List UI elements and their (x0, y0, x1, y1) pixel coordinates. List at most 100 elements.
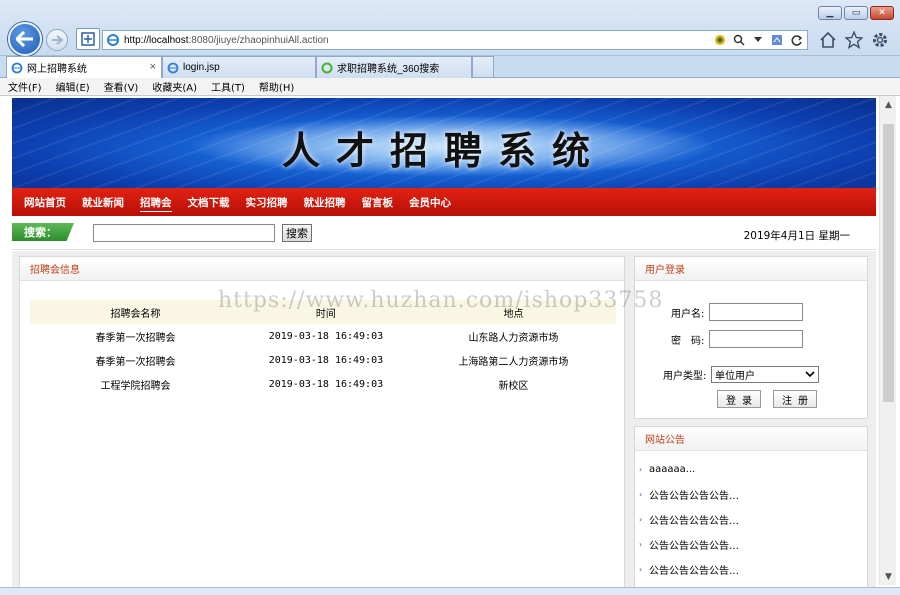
notice-text[interactable]: 公告公告公告公告… (649, 562, 739, 577)
table-row[interactable]: 工程学院招聘会 2019-03-18 16:49:03 新校区 (30, 372, 616, 396)
address-bar[interactable]: http://localhost:8080/jiuye/zhaopinhuiAl… (102, 30, 808, 50)
compat-view-button[interactable] (76, 28, 100, 50)
nav-internship[interactable]: 实习招聘 (238, 188, 296, 216)
job-fair-place: 新校区 (498, 380, 529, 392)
arrow-right-icon (52, 35, 63, 45)
job-fair-time: 2019-03-18 16:49:03 (268, 330, 384, 342)
nav-job-fair[interactable]: 招聘会 (132, 188, 180, 216)
notice-list: › aaaaaa... › 公告公告公告公告… › 公告公告公告公告… › 公告公告公告… (639, 457, 739, 582)
ie-icon (11, 62, 23, 73)
nav-guestbook[interactable]: 留言板 (354, 188, 402, 216)
usertype-value: 单位用户 (715, 371, 755, 382)
login-panel: 用户登录 用户名: 密 码: 用户类型: 单位用户 登录 注册 (634, 256, 868, 419)
job-fair-name[interactable]: 春季第一次招聘会 (30, 324, 241, 348)
tab-360-search[interactable]: 求职招聘系统_360搜索 (316, 56, 472, 78)
job-fair-table: 招聘会名称 时间 地点 春季第一次招聘会 2019-03-18 16:49:03… (30, 300, 616, 396)
login-button[interactable]: 登录 (717, 390, 761, 408)
job-fair-name[interactable]: 春季第一次招聘会 (30, 348, 241, 372)
url-host: http://localhost (124, 34, 189, 46)
notice-text[interactable]: aaaaaa... (649, 464, 695, 475)
job-fair-panel-title: 招聘会信息 (20, 257, 624, 281)
usertype-select[interactable]: 单位用户 (711, 366, 819, 383)
table-row[interactable]: 春季第一次招聘会 2019-03-18 16:49:03 上海路第二人力资源市场 (30, 348, 616, 372)
list-item[interactable]: › 公告公告公告公告… (639, 482, 739, 507)
list-item[interactable]: › 公告公告公告公告… (639, 532, 739, 557)
login-buttons-row: 登录 注册 (717, 390, 817, 408)
scroll-up-icon[interactable]: ▲ (880, 96, 897, 113)
list-item[interactable]: › 公告公告公告公告… (639, 557, 739, 582)
username-input[interactable] (709, 303, 803, 321)
tab-recruit-system[interactable]: 网上招聘系统 × (6, 56, 162, 78)
chevron-down-icon (805, 371, 815, 378)
menu-file[interactable]: 文件(F) (8, 79, 42, 94)
main-content: 招聘会信息 招聘会名称 时间 地点 春季第一次招聘会 2019-03-18 16… (12, 251, 876, 595)
notice-panel: 网站公告 › aaaaaa... › 公告公告公告公告… › 公告公告公告公告… › 公… (634, 426, 868, 595)
job-fair-time: 2019-03-18 16:49:03 (268, 378, 384, 390)
search-icon[interactable] (732, 33, 746, 47)
refresh-icon[interactable] (789, 33, 803, 47)
job-fair-place: 上海路第二人力资源市场 (458, 356, 569, 368)
scrollbar-thumb[interactable] (883, 124, 894, 402)
password-label: 密 码: (671, 335, 705, 347)
menu-help[interactable]: 帮助(H) (259, 79, 294, 94)
nav-news[interactable]: 就业新闻 (74, 188, 132, 216)
col-header-time: 时间 (240, 300, 411, 324)
notice-panel-title: 网站公告 (635, 427, 867, 451)
minimize-button[interactable]: ▁ (818, 6, 842, 20)
notice-text[interactable]: 公告公告公告公告… (649, 487, 739, 502)
bullet-arrow-icon: › (639, 490, 643, 499)
notice-text[interactable]: 公告公告公告公告… (649, 537, 739, 552)
job-fair-panel: 招聘会信息 招聘会名称 时间 地点 春季第一次招聘会 2019-03-18 16… (19, 256, 625, 595)
password-row: 密 码: (671, 330, 803, 348)
notice-text[interactable]: 公告公告公告公告… (649, 512, 739, 527)
back-button[interactable] (8, 22, 42, 56)
tab-bar: 网上招聘系统 × login.jsp 求职招聘系统_360搜索 (0, 56, 900, 78)
menu-view[interactable]: 查看(V) (104, 79, 139, 94)
list-item[interactable]: › aaaaaa... (639, 457, 739, 482)
tab-label: 网上招聘系统 (27, 64, 87, 75)
bullet-arrow-icon: › (639, 540, 643, 549)
security-icon[interactable] (713, 33, 727, 47)
password-input[interactable] (709, 330, 803, 348)
nav-home[interactable]: 网站首页 (16, 188, 74, 216)
tab-login[interactable]: login.jsp (162, 56, 316, 78)
menu-bar: 文件(F) 编辑(E) 查看(V) 收藏夹(A) 工具(T) 帮助(H) (0, 78, 900, 96)
forward-button[interactable] (46, 29, 68, 51)
current-date: 2019年4月1日 星期一 (743, 230, 850, 242)
table-row[interactable]: 春季第一次招聘会 2019-03-18 16:49:03 山东路人力资源市场 (30, 324, 616, 348)
close-tab-icon[interactable]: × (150, 61, 156, 73)
nav-jobs[interactable]: 就业招聘 (296, 188, 354, 216)
table-header-row: 招聘会名称 时间 地点 (30, 300, 616, 324)
search-bar: 搜索： 搜索 2019年4月1日 星期一 (12, 216, 876, 250)
register-button[interactable]: 注册 (773, 390, 817, 408)
list-item[interactable]: › 公告公告公告公告… (639, 507, 739, 532)
menu-tools[interactable]: 工具(T) (211, 79, 245, 94)
360-search-icon (321, 62, 333, 73)
usertype-label: 用户类型: (663, 371, 707, 382)
menu-favorites[interactable]: 收藏夹(A) (152, 79, 197, 94)
compat-page-icon[interactable] (770, 33, 784, 47)
search-label: 搜索： (12, 223, 74, 241)
compat-icon (81, 32, 95, 46)
nav-member-center[interactable]: 会员中心 (401, 188, 459, 216)
tab-label: login.jsp (183, 62, 220, 73)
chevron-down-icon[interactable] (751, 33, 765, 47)
new-tab-button[interactable] (472, 56, 494, 78)
job-fair-name[interactable]: 工程学院招聘会 (30, 372, 241, 396)
menu-edit[interactable]: 编辑(E) (56, 79, 90, 94)
job-fair-place: 山东路人力资源市场 (468, 332, 559, 344)
banner-title: 人才招聘系统 (281, 128, 606, 173)
search-button[interactable]: 搜索 (282, 224, 312, 242)
home-icon[interactable] (818, 30, 838, 50)
close-window-button[interactable]: ✕ (870, 6, 894, 20)
bullet-arrow-icon: › (639, 565, 643, 574)
vertical-scrollbar[interactable]: ▲ ▼ (879, 96, 896, 585)
maximize-button[interactable]: ▭ (844, 6, 868, 20)
main-nav: 网站首页 就业新闻 招聘会 文档下载 实习招聘 就业招聘 留言板 会员中心 (12, 188, 876, 216)
search-input[interactable] (93, 224, 275, 242)
gear-icon[interactable] (870, 30, 890, 50)
favorites-star-icon[interactable] (844, 30, 864, 50)
nav-downloads[interactable]: 文档下载 (180, 188, 238, 216)
tab-label: 求职招聘系统_360搜索 (337, 64, 440, 75)
scroll-down-icon[interactable]: ▼ (880, 568, 897, 585)
